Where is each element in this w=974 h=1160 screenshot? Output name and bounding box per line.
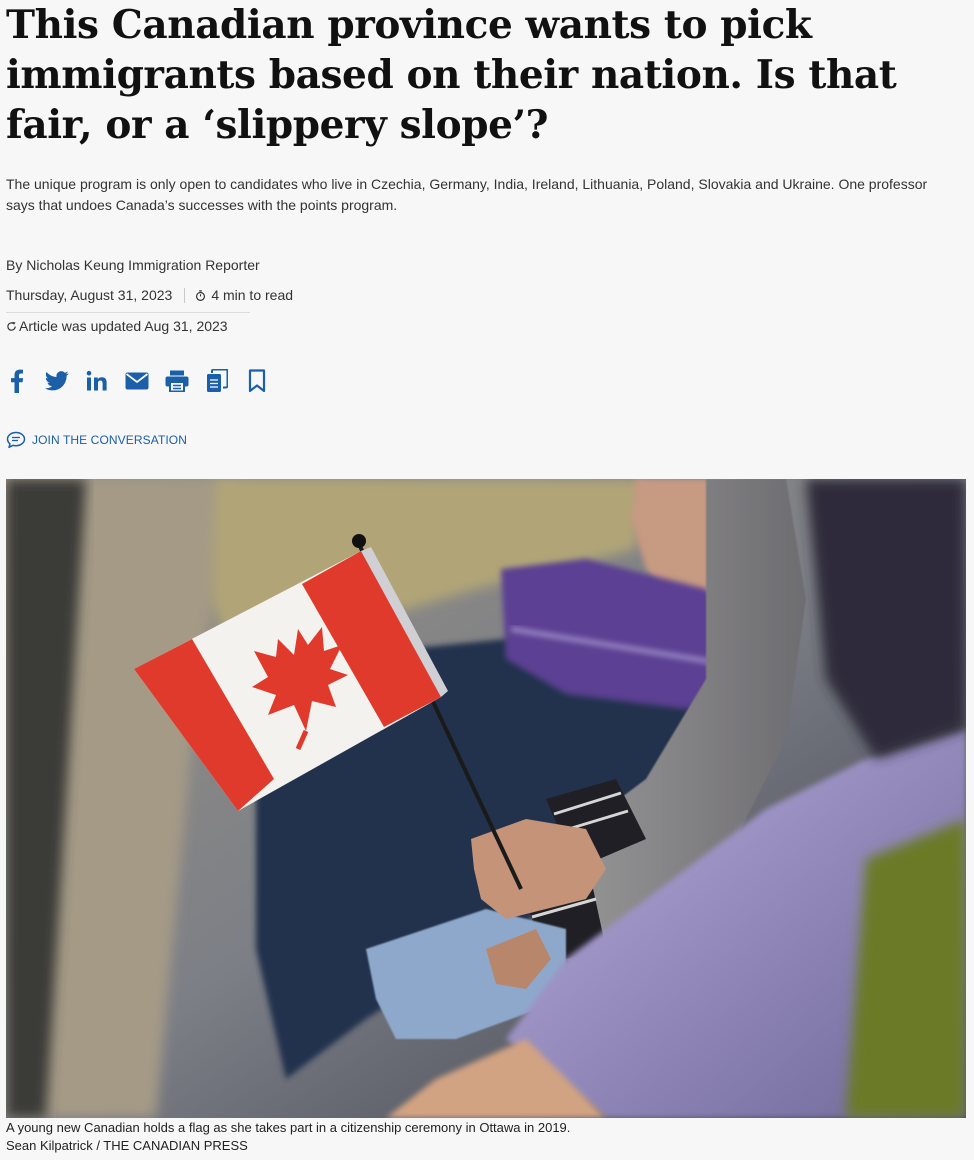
copy-link-button[interactable] <box>204 368 230 394</box>
stopwatch-icon <box>196 289 206 301</box>
bookmark-button[interactable] <box>244 368 270 394</box>
join-conversation-link[interactable]: JOIN THE CONVERSATION <box>6 431 187 449</box>
share-email-button[interactable] <box>124 368 150 394</box>
divider <box>6 312 250 313</box>
photo-caption-block: A young new Canadian holds a flag as she… <box>6 1119 570 1155</box>
flag-photo-illustration <box>6 479 966 1118</box>
byline: By Nicholas Keung Immigration Reporter <box>6 257 260 273</box>
share-linkedin-button[interactable] <box>84 368 110 394</box>
facebook-icon <box>11 369 24 393</box>
article-dek: The unique program is only open to candi… <box>6 176 928 213</box>
print-icon <box>165 370 189 392</box>
updated-label: Article was updated Aug 31, 2023 <box>19 318 228 334</box>
share-twitter-button[interactable] <box>44 368 70 394</box>
print-button[interactable] <box>164 368 190 394</box>
photo-caption: A young new Canadian holds a flag as she… <box>6 1120 571 1135</box>
copy-icon <box>207 369 228 392</box>
share-bar <box>4 366 270 396</box>
join-conversation-label: JOIN THE CONVERSATION <box>32 433 188 447</box>
twitter-icon <box>45 371 69 391</box>
article-photo <box>6 479 966 1118</box>
read-time: 4 min to read <box>195 287 293 303</box>
refresh-icon <box>7 321 16 331</box>
separator <box>184 287 186 303</box>
linkedin-icon <box>86 370 107 391</box>
publish-date: Thursday, August 31, 2023 <box>6 287 173 303</box>
share-facebook-button[interactable] <box>4 368 30 394</box>
dateline: Thursday, August 31, 2023 4 min to read <box>6 287 293 303</box>
email-icon <box>125 372 149 390</box>
read-time-label: 4 min to read <box>211 287 294 303</box>
headline: This Canadian province wants to pick imm… <box>6 2 897 148</box>
comment-icon <box>6 431 26 449</box>
bookmark-icon <box>248 369 266 393</box>
photo-credit: Sean Kilpatrick / THE CANADIAN PRESS <box>6 1138 248 1153</box>
updated-notice: Article was updated Aug 31, 2023 <box>6 318 228 334</box>
